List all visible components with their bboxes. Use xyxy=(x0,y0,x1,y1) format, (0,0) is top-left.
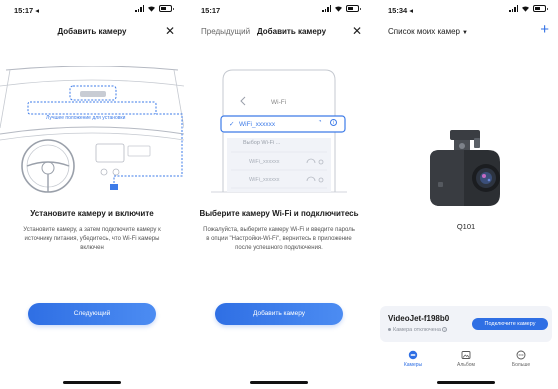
status-time: 15:34 ◂ xyxy=(388,6,414,15)
camera-list-title: Список моих камер xyxy=(388,27,461,36)
nav-bar: Предыдущий Добавить камеру ✕ xyxy=(187,24,371,40)
battery-icon xyxy=(533,5,548,12)
connect-camera-button[interactable]: Подключите камеру xyxy=(472,318,548,330)
selected-network[interactable]: WiFi_xxxxxx xyxy=(239,121,275,128)
step-description: Пожалуйста, выберите камеру Wi-Fi и введ… xyxy=(203,227,355,251)
status-time: 15:17 ◂ xyxy=(14,6,40,15)
signal-icon xyxy=(322,5,331,12)
camera-tab-icon xyxy=(408,350,418,360)
home-indicator xyxy=(63,381,121,384)
camera-model: Q101 xyxy=(456,222,476,231)
status-time: 15:17 xyxy=(201,6,221,15)
wifi-screen-header: Wi-Fi xyxy=(271,99,287,106)
tab-cameras[interactable]: Камеры xyxy=(388,350,438,368)
camera-card[interactable]: VideoJet-f198b0 Камера отключена i Подкл… xyxy=(380,306,552,342)
network-item[interactable]: WiFi_xxxxxx xyxy=(249,159,280,165)
caret-down-icon: ▼ xyxy=(462,30,468,36)
home-indicator xyxy=(250,381,308,384)
choose-wifi-label: Выбор Wi-Fi ... xyxy=(243,140,281,146)
add-icon[interactable]: + xyxy=(540,22,549,38)
page-title: Добавить камеру xyxy=(57,27,127,36)
screen-camera-list: 15:34 ◂ Список моих камер ▼ + Q101 VideoJ… xyxy=(374,0,558,389)
close-icon[interactable]: ✕ xyxy=(165,24,175,38)
step-title: Выберите камеру Wi-Fi и подключитесь xyxy=(199,209,359,218)
screen-install-camera: 15:17 ◂ Добавить камеру ✕ Лучшее положен… xyxy=(0,0,184,389)
wifi-status-icon xyxy=(335,6,342,12)
status-bar: 15:17 ◂ xyxy=(0,0,184,18)
tab-more[interactable]: Больше xyxy=(496,350,546,368)
car-dashboard-illustration xyxy=(0,66,184,193)
status-dot xyxy=(388,328,391,332)
step-description: Установите камеру, а затем подключите ка… xyxy=(23,227,161,251)
step-title: Установите камеру и включите xyxy=(30,209,154,218)
info-icon[interactable]: i xyxy=(330,119,337,126)
screen-select-wifi: 15:17 Предыдущий Добавить камеру ✕ Wi-Fi… xyxy=(187,0,371,389)
bottom-tab-bar: Камеры Альбом Больше xyxy=(374,350,558,380)
signal-icon xyxy=(509,5,518,12)
wifi-signal-icon: ◔ xyxy=(318,119,322,125)
signal-icon xyxy=(135,5,144,12)
info-icon[interactable]: i xyxy=(442,327,448,333)
status-bar: 15:17 xyxy=(187,0,371,18)
page-title: Добавить камеру xyxy=(257,27,327,36)
battery-icon xyxy=(346,5,361,12)
camera-list-dropdown[interactable]: Список моих камер ▼ xyxy=(388,27,468,36)
network-item[interactable]: WiFi_xxxxxx xyxy=(249,177,280,183)
best-position-label: Лучшее положение для установки xyxy=(46,115,126,121)
previous-button[interactable]: Предыдущий xyxy=(201,27,250,36)
camera-status: Камера отключена i xyxy=(388,327,448,333)
camera-name: VideoJet-f198b0 xyxy=(388,314,450,323)
album-tab-icon xyxy=(461,351,471,359)
wifi-status-icon xyxy=(148,6,155,12)
close-icon[interactable]: ✕ xyxy=(352,24,362,38)
more-tab-icon xyxy=(516,350,526,360)
nav-bar: Добавить камеру ✕ xyxy=(0,24,184,40)
wifi-status-icon xyxy=(522,6,529,12)
add-camera-button[interactable]: Добавить камеру xyxy=(215,303,343,325)
dashcam-image xyxy=(430,130,500,206)
tab-album[interactable]: Альбом xyxy=(441,350,491,368)
home-indicator xyxy=(437,381,495,384)
status-bar: 15:34 ◂ xyxy=(374,0,558,18)
next-button[interactable]: Следующий xyxy=(28,303,156,325)
check-icon: ✓ xyxy=(229,121,235,128)
battery-icon xyxy=(159,5,174,12)
